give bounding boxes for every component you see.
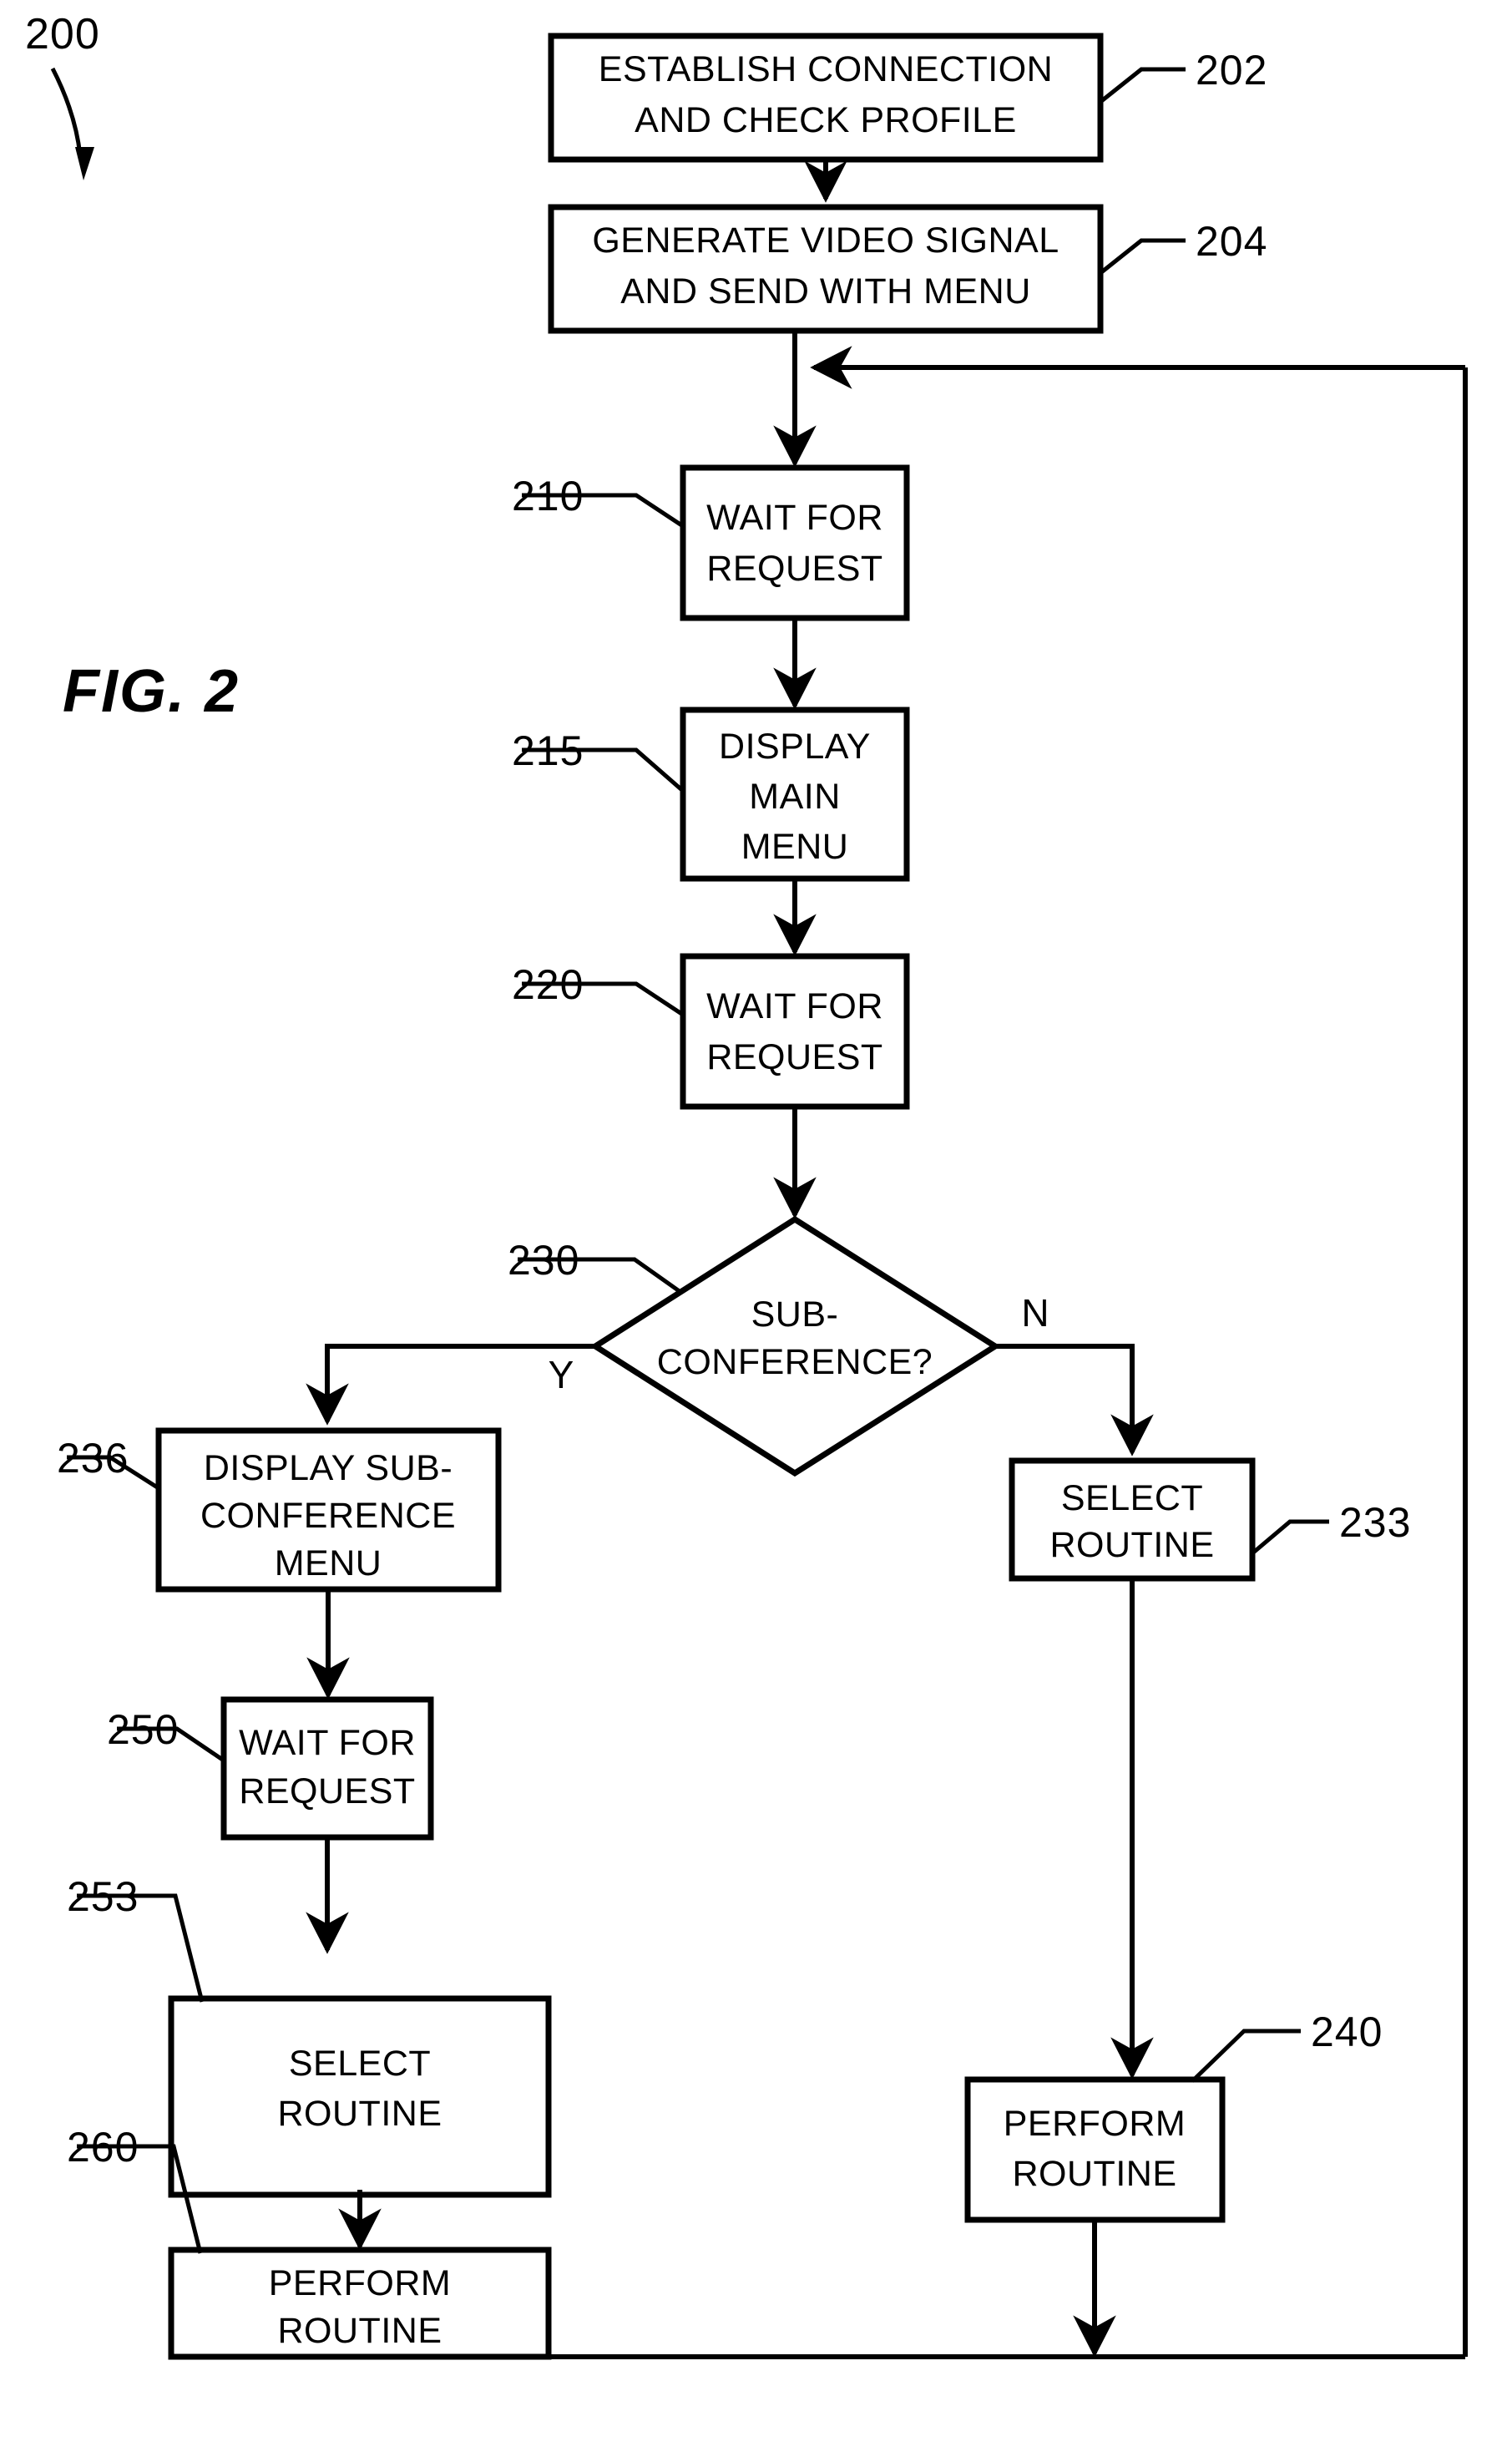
node-204-ref: 204 — [1196, 218, 1267, 265]
node-230-line-2: CONFERENCE? — [657, 1342, 933, 1382]
node-202: ESTABLISH CONNECTION AND CHECK PROFILE 2… — [548, 33, 1267, 163]
node-202-line-1: ESTABLISH CONNECTION — [599, 49, 1053, 89]
node-236-line-2: CONFERENCE — [200, 1496, 456, 1536]
node-230-ref: 230 — [508, 1237, 579, 1284]
node-204-line-2: AND SEND WITH MENU — [620, 271, 1031, 312]
node-240-box — [964, 2076, 1226, 2223]
node-220-line-2: REQUEST — [706, 1037, 882, 1077]
node-233-leader — [1251, 1519, 1329, 1555]
node-210-ref: 210 — [512, 473, 584, 519]
node-210-line-2: REQUEST — [706, 549, 882, 589]
node-215: DISPLAY MAIN MENU 215 — [512, 707, 910, 882]
node-233-line-2: ROUTINE — [1050, 1525, 1215, 1565]
node-230-line-1: SUB- — [751, 1294, 839, 1335]
node-220-line-1: WAIT FOR — [706, 986, 883, 1026]
node-240-line-2: ROUTINE — [1013, 2154, 1177, 2194]
node-236: DISPLAY SUB- CONFERENCE MENU 236 — [57, 1427, 502, 1593]
node-233: SELECT ROUTINE 233 — [1009, 1457, 1411, 1582]
node-210-line-1: WAIT FOR — [706, 498, 883, 538]
node-240-line-1: PERFORM — [1004, 2104, 1186, 2144]
flowchart-svg: 200 FIG. 2 ESTABLISH CONNECTION AND CHEC… — [25, 10, 1468, 2360]
branch-label-yes: Y — [549, 1353, 574, 1396]
node-236-ref: 236 — [57, 1435, 129, 1482]
figure-identifier-arrowhead — [75, 147, 94, 180]
node-215-line-1: DISPLAY — [719, 727, 871, 767]
figure-identifier-group: 200 — [25, 10, 100, 180]
node-220-ref: 220 — [512, 961, 584, 1008]
node-220: WAIT FOR REQUEST 220 — [512, 953, 910, 1110]
node-204-leader — [1099, 238, 1186, 275]
node-233-ref: 233 — [1339, 1499, 1411, 1546]
node-236-line-1: DISPLAY SUB- — [204, 1448, 453, 1488]
node-240-ref: 240 — [1311, 2009, 1383, 2055]
node-233-line-1: SELECT — [1061, 1478, 1203, 1518]
node-240: PERFORM ROUTINE 240 — [964, 2009, 1383, 2223]
node-202-line-2: AND CHECK PROFILE — [635, 100, 1017, 140]
figure-canvas: 200 FIG. 2 ESTABLISH CONNECTION AND CHEC… — [0, 0, 1512, 2462]
node-250-line-2: REQUEST — [239, 1771, 415, 1811]
node-253-line-2: ROUTINE — [278, 2094, 442, 2134]
figure-caption: FIG. 2 — [63, 658, 240, 725]
node-253-ref: 253 — [67, 1873, 139, 1920]
node-240-leader — [1191, 2029, 1301, 2083]
node-202-ref: 202 — [1196, 47, 1267, 94]
node-215-line-2: MAIN — [749, 777, 841, 817]
node-215-line-3: MENU — [741, 827, 849, 867]
node-250-ref: 250 — [107, 1706, 179, 1753]
edge-230-no-to-233 — [995, 1344, 1154, 1456]
branch-label-no: N — [1021, 1291, 1049, 1335]
node-260-ref: 260 — [67, 2124, 139, 2171]
node-210: WAIT FOR REQUEST 210 — [512, 464, 910, 621]
figure-identifier-label: 200 — [25, 10, 100, 58]
node-215-ref: 215 — [512, 727, 584, 774]
node-220-box — [680, 953, 910, 1110]
node-260-line-2: ROUTINE — [278, 2311, 442, 2351]
node-204-line-1: GENERATE VIDEO SIGNAL — [592, 220, 1059, 261]
node-250-box — [220, 1696, 434, 1841]
node-204: GENERATE VIDEO SIGNAL AND SEND WITH MENU… — [548, 204, 1267, 334]
node-210-box — [680, 464, 910, 621]
node-202-leader — [1099, 67, 1186, 104]
node-250-line-1: WAIT FOR — [239, 1723, 416, 1763]
node-260-line-1: PERFORM — [269, 2263, 452, 2303]
node-253-line-1: SELECT — [289, 2044, 431, 2084]
figure-identifier-curve — [50, 67, 83, 156]
node-250: WAIT FOR REQUEST 250 — [107, 1696, 434, 1841]
node-236-line-3: MENU — [275, 1543, 382, 1583]
